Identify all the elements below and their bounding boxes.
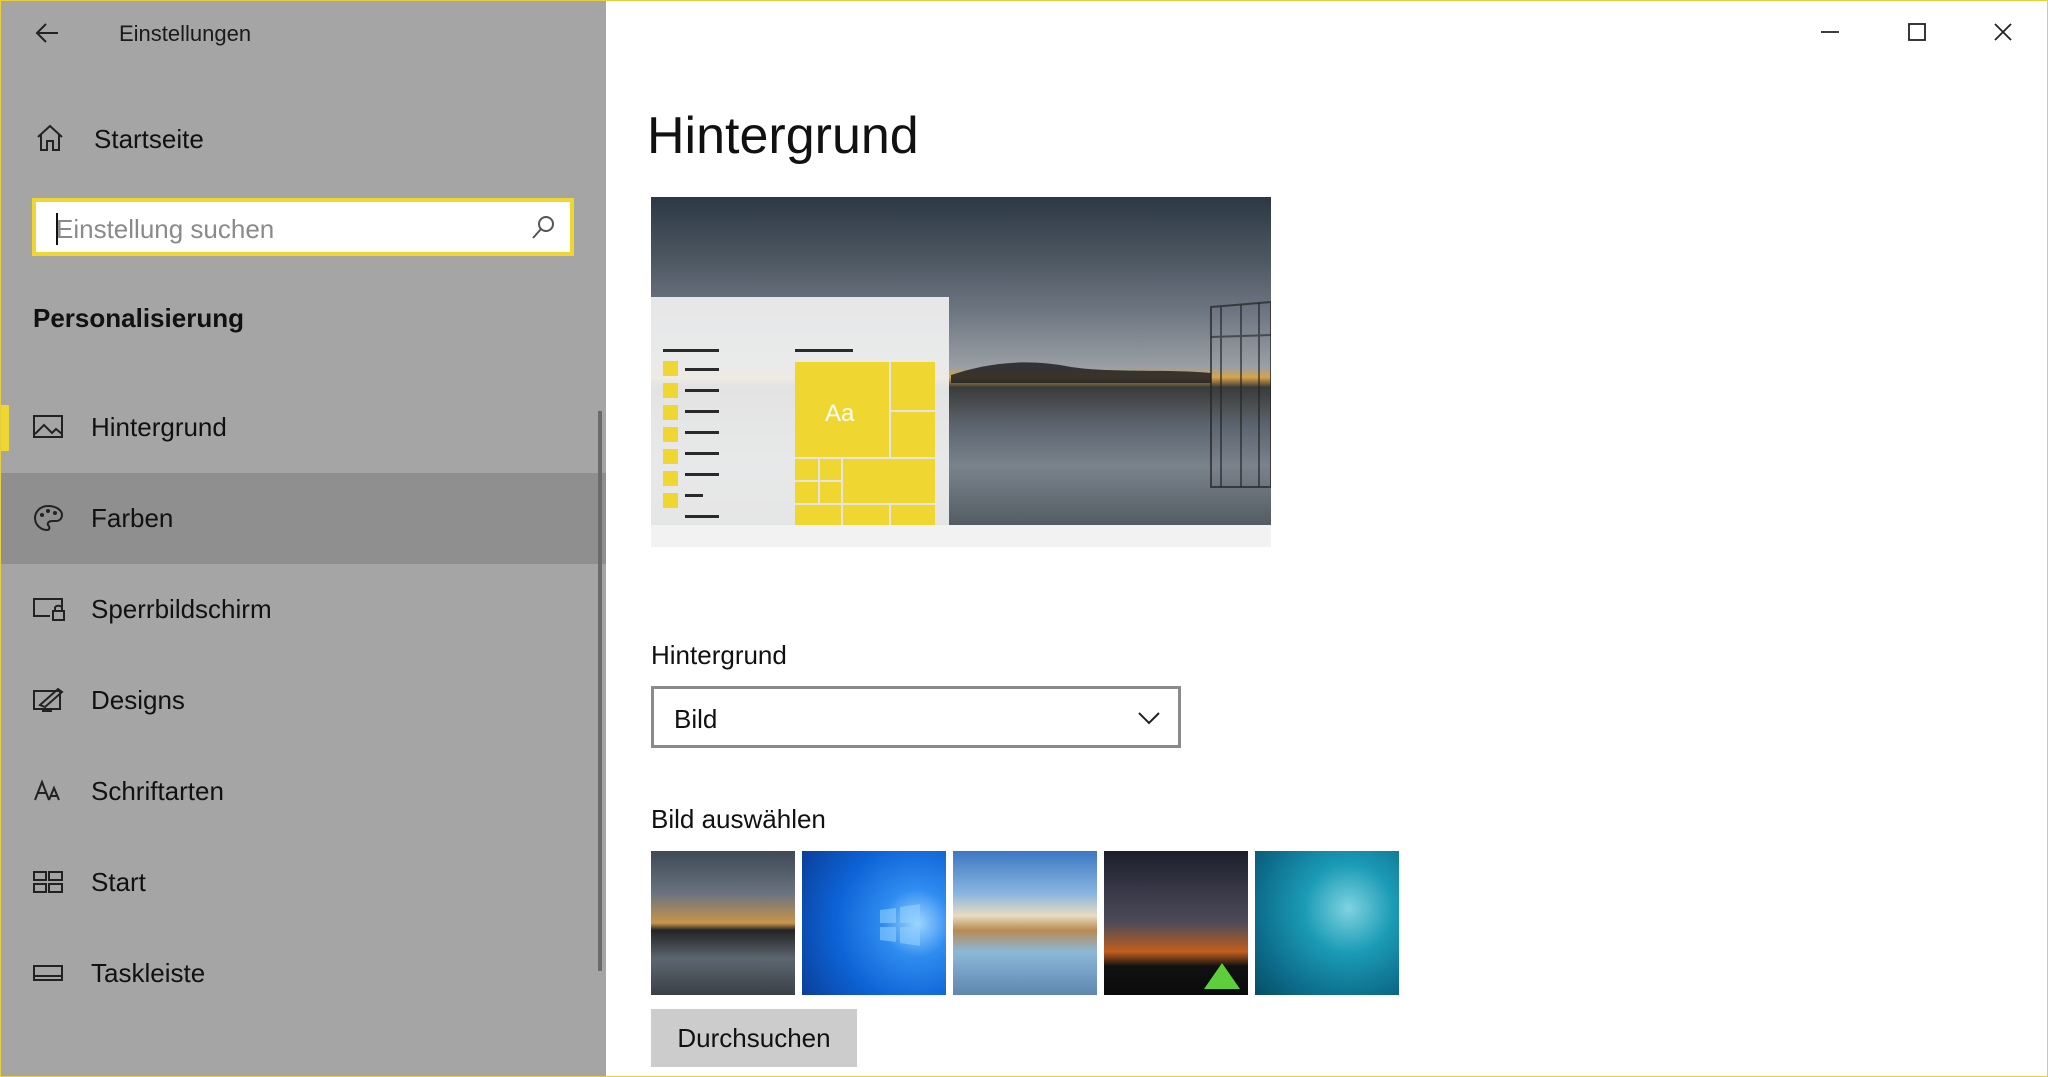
sidebar-item-label: Farben — [91, 503, 174, 533]
page-title: Hintergrund — [647, 107, 919, 165]
preview-list-square — [663, 493, 678, 508]
preview-list-line — [795, 349, 853, 352]
preview-list-line — [685, 368, 719, 371]
preview-list-line — [685, 410, 719, 413]
choose-picture-label: Bild auswählen — [651, 804, 826, 834]
sidebar-item-schriftarten[interactable]: Schriftarten — [1, 746, 606, 837]
tile-divider — [795, 503, 935, 505]
thumbnail-night-sky-tent[interactable] — [1104, 851, 1248, 995]
sidebar-scrollbar[interactable] — [598, 411, 602, 971]
search-box[interactable] — [32, 198, 574, 256]
sidebar: Einstellungen Startseite Personalisierun… — [1, 1, 606, 1076]
preview-start-panel: Aa — [651, 297, 949, 525]
preview-tiles: Aa — [795, 362, 935, 525]
close-button[interactable] — [1960, 1, 2046, 63]
back-button[interactable] — [29, 15, 65, 51]
lock-screen-icon — [33, 598, 65, 621]
minimize-icon — [1821, 31, 1839, 33]
preview-list-line — [685, 452, 719, 455]
preview-list-line — [685, 494, 703, 497]
maximize-icon — [1908, 23, 1926, 41]
preview-list-square — [663, 405, 678, 420]
sidebar-item-sperrbildschirm[interactable]: Sperrbildschirm — [1, 564, 606, 655]
preview-list-line — [685, 389, 719, 392]
tent-icon — [1204, 963, 1240, 989]
start-icon — [33, 871, 63, 893]
thumbnail-sunset-reflection[interactable] — [651, 851, 795, 995]
browse-button[interactable]: Durchsuchen — [651, 1009, 857, 1067]
dropdown-value: Bild — [674, 704, 718, 734]
tile-divider — [795, 457, 935, 459]
chevron-down-icon — [1138, 712, 1160, 725]
preview-list-line — [663, 349, 719, 352]
thumbnail-windows-logo[interactable] — [802, 851, 946, 995]
tile-divider — [889, 503, 891, 525]
windows-logo-icon — [880, 904, 920, 946]
title-bar: Einstellungen — [1, 1, 606, 63]
section-title: Personalisierung — [33, 303, 244, 333]
palette-icon — [33, 504, 64, 532]
selection-indicator — [1, 405, 9, 451]
background-type-dropdown[interactable]: Bild — [651, 686, 1181, 748]
sidebar-item-start[interactable]: Start — [1, 837, 606, 928]
search-input[interactable] — [54, 210, 518, 248]
fonts-icon — [34, 779, 60, 801]
text-caret — [56, 213, 58, 245]
preview-list-line — [685, 431, 719, 434]
preview-list-square — [663, 471, 678, 486]
picture-icon — [33, 415, 63, 438]
tile-divider — [889, 410, 935, 412]
sidebar-item-farben[interactable]: Farben — [1, 473, 606, 564]
preview-list-square — [663, 361, 678, 376]
home-icon — [37, 124, 63, 151]
settings-window: Einstellungen Startseite Personalisierun… — [0, 0, 2048, 1077]
sidebar-item-label: Start — [91, 867, 146, 897]
sidebar-item-label: Sperrbildschirm — [91, 594, 272, 624]
taskbar-icon — [33, 965, 63, 981]
preview-list-square — [663, 427, 678, 442]
sidebar-item-label: Taskleiste — [91, 958, 206, 988]
preview-list-line — [685, 473, 719, 476]
preview-list-square — [663, 383, 678, 398]
themes-icon — [33, 687, 64, 712]
maximize-button[interactable] — [1874, 1, 1960, 63]
sidebar-item-label: Designs — [91, 685, 185, 715]
thumbnail-underwater-swimmer[interactable] — [1255, 851, 1399, 995]
minimize-button[interactable] — [1787, 1, 1873, 63]
back-arrow-icon — [35, 23, 58, 43]
close-icon — [1994, 23, 2012, 41]
sidebar-item-hintergrund[interactable]: Hintergrund — [1, 382, 606, 473]
preview-list-square — [663, 449, 678, 464]
sidebar-item-taskleiste[interactable]: Taskleiste — [1, 928, 606, 1019]
home-label: Startseite — [94, 124, 204, 154]
tile-divider — [841, 457, 843, 525]
sidebar-item-label: Hintergrund — [91, 412, 227, 442]
background-label: Hintergrund — [651, 640, 787, 670]
background-preview: Aa — [651, 197, 1271, 547]
search-icon[interactable] — [528, 213, 558, 243]
tile-divider — [818, 457, 820, 503]
preview-wallpaper: Aa — [651, 197, 1271, 525]
nav-list: Hintergrund Farben Sperrbildschirm Desig… — [1, 382, 606, 1019]
preview-tile-text: Aa — [825, 400, 855, 427]
sidebar-item-label: Schriftarten — [91, 776, 224, 806]
app-title: Einstellungen — [119, 21, 252, 46]
thumbnail-beach-arch[interactable] — [953, 851, 1097, 995]
sidebar-item-designs[interactable]: Designs — [1, 655, 606, 746]
preview-list-line — [685, 515, 719, 518]
home-link[interactable]: Startseite — [1, 114, 606, 166]
